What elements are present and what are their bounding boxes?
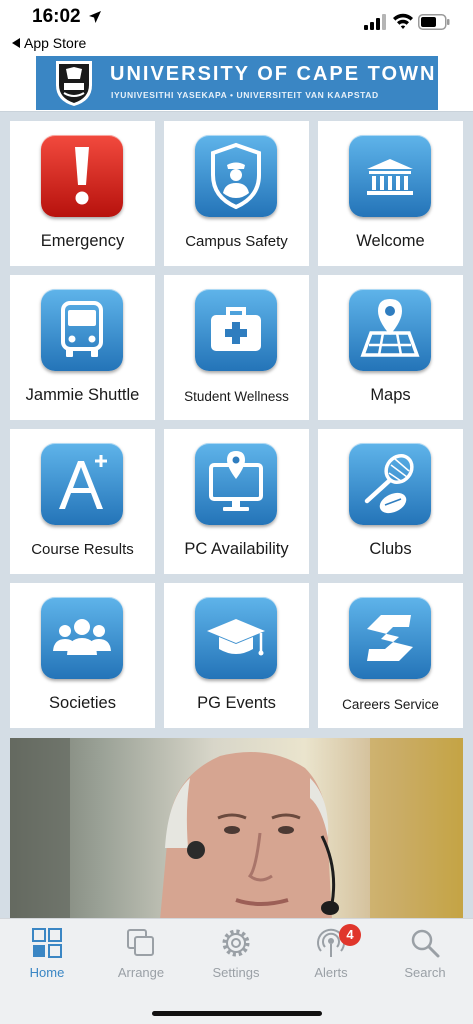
welcome-icon-box bbox=[349, 135, 431, 217]
tile-label: Student Wellness bbox=[184, 389, 289, 404]
tile-student-wellness[interactable]: Student Wellness bbox=[164, 275, 309, 420]
cellular-signal-icon bbox=[364, 14, 386, 30]
tile-label: Clubs bbox=[369, 540, 412, 558]
careers-service-icon-box bbox=[349, 597, 431, 679]
alerts-badge: 4 bbox=[339, 924, 361, 946]
tile-label: PG Events bbox=[197, 694, 276, 712]
student-wellness-icon-box bbox=[195, 289, 277, 371]
exclamation-icon bbox=[75, 147, 89, 205]
a-plus-grade-icon bbox=[59, 455, 107, 509]
wifi-icon bbox=[393, 13, 413, 29]
jammie-shuttle-icon-box bbox=[41, 289, 123, 371]
racket-ball-icon bbox=[364, 454, 414, 514]
campus-safety-icon-box bbox=[195, 135, 277, 217]
tab-search[interactable]: Search bbox=[378, 927, 472, 980]
tile-clubs[interactable]: Clubs bbox=[318, 429, 463, 574]
emergency-icon-box bbox=[41, 135, 123, 217]
location-arrow-icon bbox=[89, 11, 101, 23]
people-group-icon bbox=[53, 619, 111, 655]
banner-subtitle: IYUNIVESITHI YASEKAPA • UNIVERSITEIT VAN… bbox=[111, 90, 379, 100]
battery-icon bbox=[418, 14, 450, 30]
course-results-icon-box bbox=[41, 443, 123, 525]
tile-course-results[interactable]: Course Results bbox=[10, 429, 155, 574]
stacked-squares-icon bbox=[127, 929, 154, 956]
careers-s-logo-icon bbox=[367, 615, 413, 661]
tile-welcome[interactable]: Welcome bbox=[318, 121, 463, 266]
maps-icon-box bbox=[349, 289, 431, 371]
home-indicator bbox=[152, 1011, 322, 1016]
banner-title: UNIVERSITY OF CAPE TOWN bbox=[110, 63, 437, 85]
status-bar: 16:02 bbox=[0, 0, 473, 36]
map-pin-icon bbox=[360, 299, 420, 357]
pg-events-icon-box bbox=[195, 597, 277, 679]
tab-label: Arrange bbox=[117, 965, 165, 980]
tile-label: Welcome bbox=[356, 232, 425, 250]
tab-settings[interactable]: Settings bbox=[189, 927, 283, 980]
tile-label: PC Availability bbox=[184, 540, 289, 558]
tile-careers-service[interactable]: Careers Service bbox=[318, 583, 463, 728]
tile-label: Jammie Shuttle bbox=[25, 386, 140, 404]
magnifier-icon bbox=[411, 929, 440, 958]
gear-icon bbox=[222, 929, 250, 957]
featured-photo-banner[interactable] bbox=[10, 738, 463, 920]
tab-home[interactable]: Home bbox=[0, 927, 94, 980]
tile-pg-events[interactable]: PG Events bbox=[164, 583, 309, 728]
bus-icon bbox=[61, 301, 103, 357]
tile-label: Maps bbox=[370, 386, 411, 404]
societies-icon-box bbox=[41, 597, 123, 679]
tile-pc-availability[interactable]: PC Availability bbox=[164, 429, 309, 574]
clubs-icon-box bbox=[349, 443, 431, 525]
tab-arrange[interactable]: Arrange bbox=[94, 927, 188, 980]
tab-label: Settings bbox=[212, 965, 260, 980]
grid-icon bbox=[32, 928, 62, 958]
tile-societies[interactable]: Societies bbox=[10, 583, 155, 728]
back-link-label: App Store bbox=[24, 35, 87, 51]
app-header: UNIVERSITY OF CAPE TOWN IYUNIVESITHI YAS… bbox=[0, 54, 473, 112]
status-time: 16:02 bbox=[32, 6, 81, 27]
tab-label: Home bbox=[29, 965, 65, 980]
featured-portrait-image bbox=[10, 738, 463, 920]
tile-label: Societies bbox=[49, 694, 116, 712]
tab-alerts[interactable]: 4 Alerts bbox=[284, 924, 378, 980]
graduation-cap-icon bbox=[207, 619, 265, 656]
tile-jammie-shuttle[interactable]: Jammie Shuttle bbox=[10, 275, 155, 420]
tile-label: Campus Safety bbox=[185, 233, 288, 250]
tile-label: Course Results bbox=[31, 541, 134, 558]
uct-banner: UNIVERSITY OF CAPE TOWN IYUNIVESITHI YAS… bbox=[36, 56, 438, 110]
tile-campus-safety[interactable]: Campus Safety bbox=[164, 121, 309, 266]
uct-crest-logo bbox=[56, 61, 92, 106]
tile-label: Emergency bbox=[40, 232, 125, 250]
tile-emergency[interactable]: Emergency bbox=[10, 121, 155, 266]
pc-availability-icon-box bbox=[195, 443, 277, 525]
building-icon bbox=[367, 159, 413, 195]
medical-kit-icon bbox=[211, 307, 261, 351]
back-bar: App Store bbox=[0, 34, 473, 54]
tile-label: Careers Service bbox=[342, 697, 439, 712]
tab-label: Search bbox=[404, 965, 446, 980]
back-to-app-store-link[interactable]: App Store bbox=[12, 35, 86, 51]
bottom-tab-bar: Home Arrange Settings 4 Alerts Search bbox=[0, 918, 473, 1024]
tile-maps[interactable]: Maps bbox=[318, 275, 463, 420]
back-triangle-icon bbox=[12, 38, 20, 48]
tab-label: Alerts bbox=[314, 965, 348, 980]
monitor-pin-icon bbox=[209, 451, 263, 511]
shield-officer-icon bbox=[211, 142, 261, 210]
